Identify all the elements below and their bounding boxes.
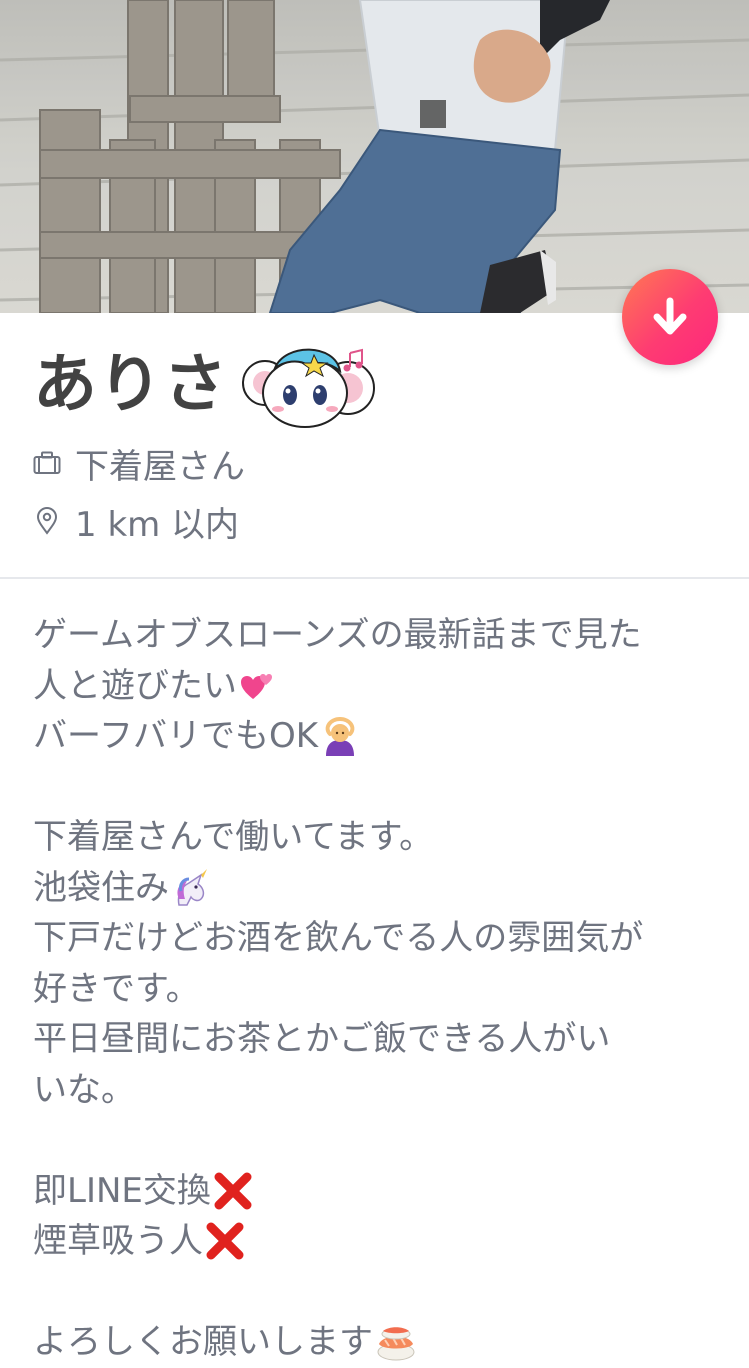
bio-line: 好きです。: [33, 964, 723, 1015]
bio-text: ゲームオブスローンズの最新話まで見た 人と遊びたい バーフバリでもOK 下着屋さ…: [33, 610, 723, 1368]
bio-line: ゲームオブスローンズの最新話まで見た: [33, 610, 723, 661]
distance-text: 1 km 以内: [75, 504, 240, 545]
cross-mark-icon: [206, 1222, 244, 1260]
photo-illustration: [0, 0, 749, 313]
profile-photo[interactable]: [0, 0, 749, 313]
bio-line: バーフバリでもOK: [33, 711, 723, 762]
profile-name: ありさ: [33, 348, 228, 422]
location-pin-icon: [33, 507, 61, 535]
sushi-icon: [377, 1327, 415, 1361]
bio-line-text: よろしくお願いします: [33, 1322, 373, 1362]
bio-line: 下戸だけどお酒を飲んでる人の雰囲気が: [33, 913, 723, 964]
collapse-profile-button[interactable]: [622, 269, 718, 365]
bio-blank-line: [33, 1267, 723, 1318]
bio-line-text: 好きです。: [33, 968, 200, 1009]
bio-line-text: 池袋住み: [33, 867, 169, 908]
cross-mark-icon: [214, 1172, 252, 1210]
bio-line: いな。: [33, 1065, 723, 1116]
bio-blank-line: [33, 1115, 723, 1166]
two-hearts-icon: [241, 673, 272, 699]
bio-line-text: 人と遊びたい: [33, 665, 237, 706]
bio-line-text: 煙草吸う人: [33, 1221, 203, 1261]
arrow-down-icon: [653, 297, 687, 335]
bio-line-text: 即LINE交換: [33, 1170, 211, 1211]
bio-line-text: ゲームオブスローンズの最新話まで見た: [33, 615, 642, 655]
bio-line-text: いな。: [33, 1069, 135, 1110]
bio-line: 人と遊びたい: [33, 661, 723, 712]
bio-line-text: バーフバリでもOK: [33, 716, 319, 756]
name-row: ありさ: [33, 340, 228, 430]
divider: [0, 577, 749, 579]
job-row: 下着屋さん: [33, 440, 245, 487]
bio-line: 池袋住み: [33, 863, 723, 914]
bio-blank-line: [33, 762, 723, 813]
person-gesturing-ok-icon: [325, 717, 355, 757]
distance-row: 1 km 以内: [33, 498, 240, 545]
bio-line: 平日昼間にお茶とかご飯できる人がい: [33, 1014, 723, 1065]
bio-line-text: 下着屋さんで働いてます。: [33, 817, 434, 857]
bio-line-text: 平日昼間にお茶とかご飯できる人がい: [33, 1019, 611, 1059]
cartoon-mouse-sticker: [242, 348, 375, 428]
job-text: 下着屋さん: [75, 446, 245, 487]
bio-line: よろしくお願いします: [33, 1317, 723, 1368]
briefcase-icon: [33, 449, 61, 477]
bio-line-text: 下戸だけどお酒を飲んでる人の雰囲気が: [33, 918, 644, 958]
unicorn-icon: [177, 868, 207, 906]
bio-line: 即LINE交換: [33, 1166, 723, 1217]
bio-line: 下着屋さんで働いてます。: [33, 812, 723, 863]
bio-line: 煙草吸う人: [33, 1216, 723, 1267]
